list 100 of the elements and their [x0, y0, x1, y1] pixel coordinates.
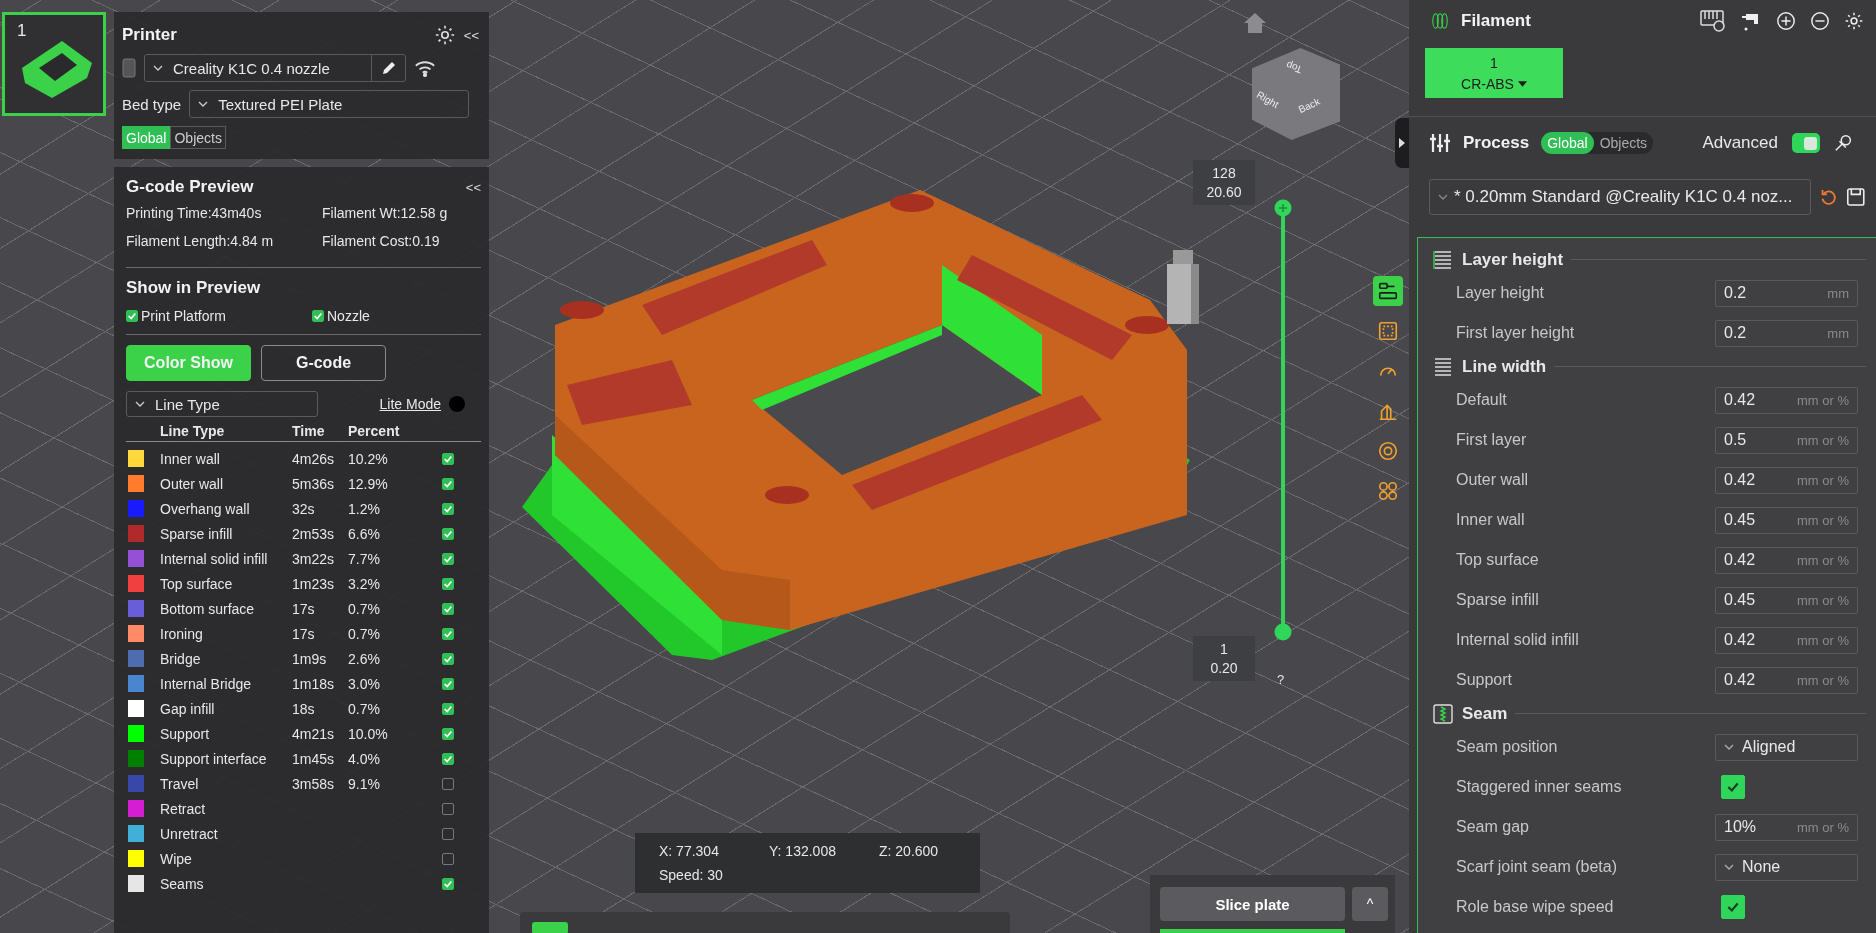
- setting-label: Sparse infill: [1456, 591, 1539, 609]
- checkbox[interactable]: [442, 877, 454, 890]
- checkmark-icon: [443, 528, 453, 539]
- checkbox[interactable]: [442, 552, 454, 565]
- number-field[interactable]: 10% mm or %: [1715, 813, 1858, 841]
- checkbox[interactable]: [442, 677, 454, 690]
- advanced-toggle[interactable]: [1792, 133, 1820, 153]
- percent-cell: 3.0%: [348, 675, 380, 692]
- sync-icon[interactable]: [1700, 10, 1726, 32]
- view-cube[interactable]: Top Right Back: [1252, 48, 1340, 140]
- plate-thumbnail[interactable]: 1: [2, 12, 106, 116]
- stat-text: Filament Cost:0.19: [322, 233, 441, 249]
- number-field[interactable]: 0.45 mm or %: [1715, 506, 1858, 534]
- section-title: Layer height: [1462, 249, 1564, 270]
- line-type-dropdown[interactable]: Line Type: [126, 391, 318, 417]
- number-field[interactable]: 0.2 mm: [1715, 279, 1858, 307]
- checkbox[interactable]: [442, 702, 454, 715]
- filament-name: CR-ABS: [1461, 75, 1514, 92]
- checkmark-icon: [313, 311, 323, 321]
- minus-circle-icon[interactable]: [1810, 11, 1830, 31]
- collapse-button[interactable]: <<: [465, 179, 481, 195]
- number-field[interactable]: 0.5 mm or %: [1715, 426, 1858, 454]
- checkbox[interactable]: [442, 627, 454, 640]
- number-field[interactable]: 0.42 mm or %: [1715, 386, 1858, 414]
- checkmark-icon: [1726, 780, 1740, 794]
- checkbox[interactable]: [442, 727, 454, 740]
- checkmark-icon: [443, 678, 453, 689]
- setting-label: Support: [1456, 671, 1513, 689]
- setting-dropdown[interactable]: Aligned: [1715, 733, 1858, 761]
- checkmark-icon: [443, 703, 453, 714]
- column-header: Percent: [348, 423, 401, 439]
- settings-icon[interactable]: [433, 24, 456, 46]
- checkbox[interactable]: [442, 652, 454, 665]
- number-field[interactable]: 0.42 mm or %: [1715, 626, 1858, 654]
- printer-icon: [122, 58, 136, 78]
- printer-dropdown[interactable]: Creality K1C 0.4 nozzle: [144, 54, 406, 82]
- checkbox[interactable]: [442, 577, 454, 590]
- line-type-name: Travel: [160, 775, 200, 792]
- line-type-name: Retract: [160, 800, 207, 817]
- checkbox[interactable]: [442, 477, 454, 490]
- number-field[interactable]: 0.42 mm or %: [1715, 546, 1858, 574]
- home-icon[interactable]: [1243, 12, 1267, 34]
- checkbox[interactable]: [312, 310, 324, 322]
- checkbox[interactable]: [442, 502, 454, 515]
- number-field[interactable]: 0.2 mm: [1715, 319, 1858, 347]
- setting-dropdown[interactable]: None: [1715, 853, 1858, 881]
- settings-icon[interactable]: [1844, 11, 1864, 31]
- filament-slot[interactable]: 1 CR-ABS: [1425, 48, 1563, 98]
- setting-label: Default: [1456, 391, 1507, 409]
- number-field[interactable]: 0.42 mm or %: [1715, 466, 1858, 494]
- percent-cell: 10.2%: [348, 450, 388, 467]
- unit-label: mm or %: [1797, 512, 1849, 528]
- line-type-name: Inner wall: [160, 450, 221, 467]
- view-mode-tab[interactable]: G-code: [261, 345, 386, 381]
- checkbox[interactable]: [442, 827, 454, 840]
- layer-number: 1: [1220, 641, 1228, 657]
- help-mark[interactable]: ?: [1277, 672, 1285, 687]
- line-type-name: Unretract: [160, 825, 219, 842]
- legend-icon[interactable]: [1373, 276, 1403, 306]
- scope-tab[interactable]: Objects: [170, 126, 226, 149]
- lite-mode-toggle[interactable]: [449, 396, 465, 412]
- collapse-button[interactable]: <<: [463, 27, 479, 43]
- layer-number: 128: [1212, 165, 1236, 181]
- checkbox[interactable]: [442, 752, 454, 765]
- checkbox[interactable]: [442, 802, 454, 815]
- wifi-icon[interactable]: [414, 59, 436, 77]
- checkbox[interactable]: [442, 852, 454, 865]
- stat-text: Filament Length:4.84 m: [126, 233, 275, 249]
- panel-title: Process: [1463, 133, 1530, 153]
- checkbox[interactable]: [1721, 895, 1745, 919]
- number-field[interactable]: 0.42 mm or %: [1715, 666, 1858, 694]
- checkbox[interactable]: [442, 527, 454, 540]
- scope-tab[interactable]: Objects: [1593, 132, 1654, 154]
- checkbox[interactable]: [126, 310, 138, 322]
- cube-face-label: Right: [1254, 88, 1281, 111]
- checkbox[interactable]: [442, 452, 454, 465]
- checkbox[interactable]: [1721, 775, 1745, 799]
- layer-slider[interactable]: [1274, 199, 1292, 641]
- expand-button[interactable]: ^: [1352, 887, 1388, 921]
- setting-label: Scarf joint seam (beta): [1456, 858, 1617, 876]
- checkbox[interactable]: [442, 777, 454, 790]
- number-field[interactable]: 0.45 mm or %: [1715, 586, 1858, 614]
- save-icon[interactable]: [1846, 187, 1866, 207]
- field-value: 0.42: [1724, 551, 1756, 569]
- line-type-name: Internal Bridge: [160, 675, 253, 692]
- arrow-right-icon: [1398, 138, 1406, 148]
- bed-type-dropdown[interactable]: Textured PEI Plate: [189, 90, 470, 118]
- chevron-down-icon: [153, 65, 163, 71]
- checkmark-icon: [443, 753, 453, 764]
- lite-mode-link[interactable]: Lite Mode: [379, 396, 441, 412]
- process-preset-dropdown[interactable]: * 0.20mm Standard @Creality K1C 0.4 noz...: [1429, 179, 1811, 215]
- plus-circle-icon[interactable]: [1776, 11, 1796, 31]
- panel-title: Printer: [122, 25, 177, 45]
- setting-label: Outer wall: [1456, 471, 1529, 489]
- collapse-handle[interactable]: [1395, 118, 1409, 168]
- checkbox[interactable]: [442, 602, 454, 615]
- slice-plate-button[interactable]: Slice plate: [1160, 887, 1345, 921]
- checkmark-icon: [443, 553, 453, 564]
- field-value: 10%: [1724, 818, 1757, 836]
- field-value: 0.2: [1724, 284, 1747, 302]
